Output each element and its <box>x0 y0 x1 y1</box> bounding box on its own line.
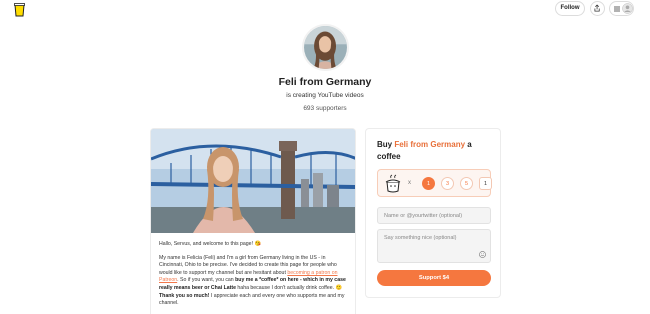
smiley-icon[interactable] <box>479 251 486 258</box>
creator-tagline: is creating YouTube videos <box>286 92 364 99</box>
quantity-option-1[interactable]: 1 <box>422 177 435 190</box>
top-bar: Follow <box>0 0 650 18</box>
post-paragraph: My name is Felicia (Feli) and I'm a girl… <box>159 255 351 308</box>
custom-quantity-input[interactable]: 1 <box>479 177 492 190</box>
coffee-quantity-selector: x 1 3 5 1 <box>377 169 492 197</box>
post-text-bold: Thank you so much! <box>159 292 210 299</box>
buy-coffee-card: Buy Feli from Germany a coffee x 1 3 5 1… <box>365 128 501 298</box>
title-creator-name: Feli from Germany <box>394 140 466 149</box>
title-prefix: Buy <box>377 140 395 149</box>
post-text-segment: haha because I don't actually drink coff… <box>235 284 342 291</box>
user-avatar-icon <box>622 3 633 14</box>
multiplier-sign: x <box>408 180 411 186</box>
post-greeting: Hallo, Servus, and welcome to this page!… <box>159 241 261 247</box>
quantity-option-5[interactable]: 5 <box>460 177 473 190</box>
creator-photo <box>304 26 347 69</box>
supporter-name-input[interactable]: Name or @yourtwitter (optional) <box>377 207 491 224</box>
buy-coffee-title: Buy Feli from Germany a coffee <box>377 139 493 163</box>
share-icon <box>594 4 600 12</box>
creator-avatar <box>302 24 349 71</box>
support-button[interactable]: Support $4 <box>377 270 491 286</box>
follow-button[interactable]: Follow <box>555 1 585 16</box>
about-post-card: Hallo, Servus, and welcome to this page!… <box>150 128 356 314</box>
post-text-segment: . So if you want, you can <box>177 277 236 284</box>
post-body: Hallo, Servus, and welcome to this page!… <box>159 241 351 314</box>
feature-photo <box>151 129 355 233</box>
supporter-count: 693 supporters <box>303 105 347 112</box>
hamburger-menu-icon <box>614 6 620 12</box>
message-placeholder: Say something nice (optional) <box>384 235 457 241</box>
support-message-input[interactable]: Say something nice (optional) <box>377 229 491 263</box>
creator-name: Feli from Germany <box>278 76 372 88</box>
share-button[interactable] <box>590 1 605 16</box>
user-menu-button[interactable] <box>609 1 634 16</box>
coffee-cup-logo-icon[interactable] <box>14 3 25 17</box>
coffee-cup-icon <box>385 174 401 193</box>
quantity-option-3[interactable]: 3 <box>441 177 454 190</box>
